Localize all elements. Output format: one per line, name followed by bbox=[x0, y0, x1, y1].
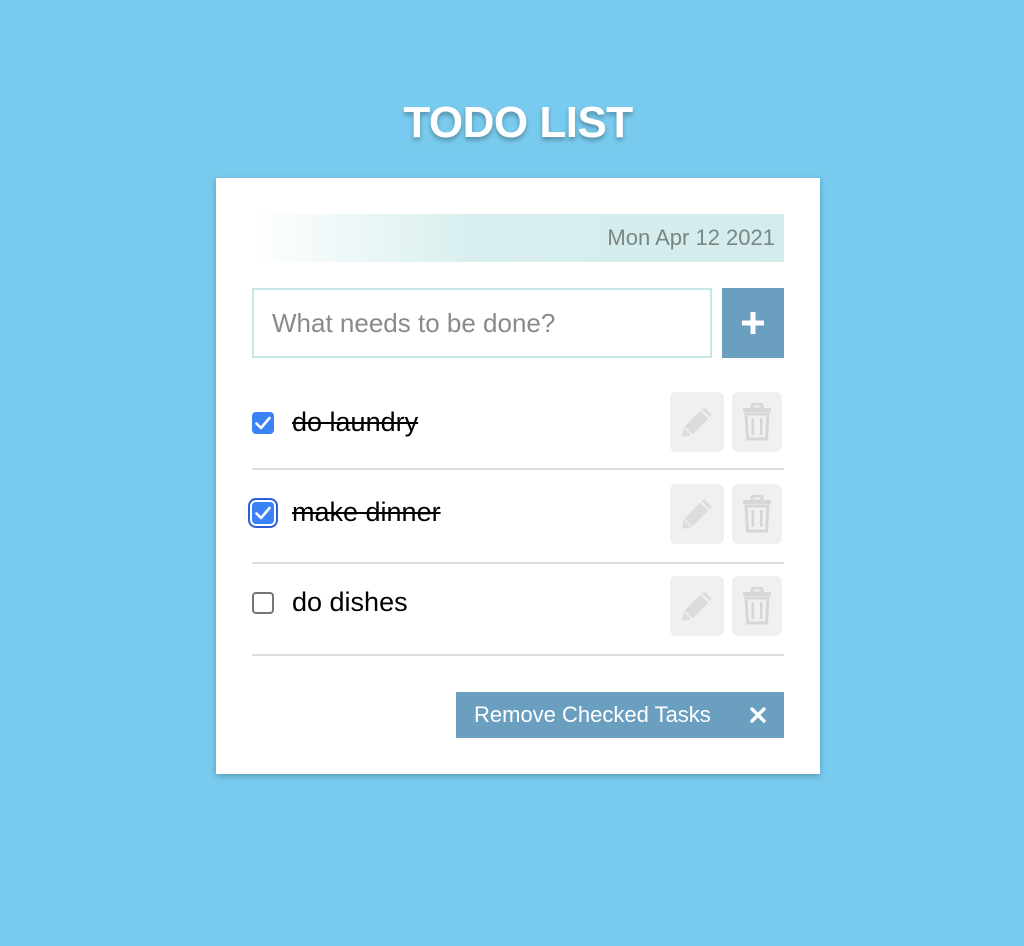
new-task-input[interactable] bbox=[252, 288, 712, 358]
edit-task-button[interactable] bbox=[670, 484, 724, 544]
plus-icon bbox=[742, 312, 764, 334]
delete-task-button[interactable] bbox=[732, 576, 782, 636]
page-title: TODO LIST bbox=[403, 98, 633, 147]
task-checkbox[interactable] bbox=[252, 412, 274, 434]
task-label: do laundry bbox=[292, 407, 419, 437]
trash-icon bbox=[743, 587, 771, 625]
delete-task-button[interactable] bbox=[732, 484, 782, 544]
close-icon bbox=[750, 707, 766, 723]
delete-task-button[interactable] bbox=[732, 392, 782, 452]
task-label: do dishes bbox=[292, 587, 408, 617]
task-checkbox[interactable] bbox=[252, 502, 274, 524]
date-display: Mon Apr 12 2021 bbox=[252, 214, 784, 262]
check-icon bbox=[255, 506, 271, 520]
task-row: make dinner bbox=[252, 468, 784, 564]
remove-checked-label: Remove Checked Tasks bbox=[474, 702, 711, 727]
pencil-icon bbox=[682, 591, 712, 621]
edit-task-button[interactable] bbox=[670, 576, 724, 636]
add-task-button[interactable] bbox=[722, 288, 784, 358]
todo-card: Mon Apr 12 2021 do laundry bbox=[216, 178, 820, 774]
edit-task-button[interactable] bbox=[670, 392, 724, 452]
remove-checked-tasks-button[interactable]: Remove Checked Tasks bbox=[456, 692, 784, 738]
task-checkbox[interactable] bbox=[252, 592, 274, 614]
trash-icon bbox=[743, 495, 771, 533]
task-row: do laundry bbox=[252, 386, 784, 470]
check-icon bbox=[255, 416, 271, 430]
pencil-icon bbox=[682, 499, 712, 529]
task-label: make dinner bbox=[292, 497, 441, 527]
task-row: do dishes bbox=[252, 562, 784, 656]
pencil-icon bbox=[682, 407, 712, 437]
trash-icon bbox=[743, 403, 771, 441]
